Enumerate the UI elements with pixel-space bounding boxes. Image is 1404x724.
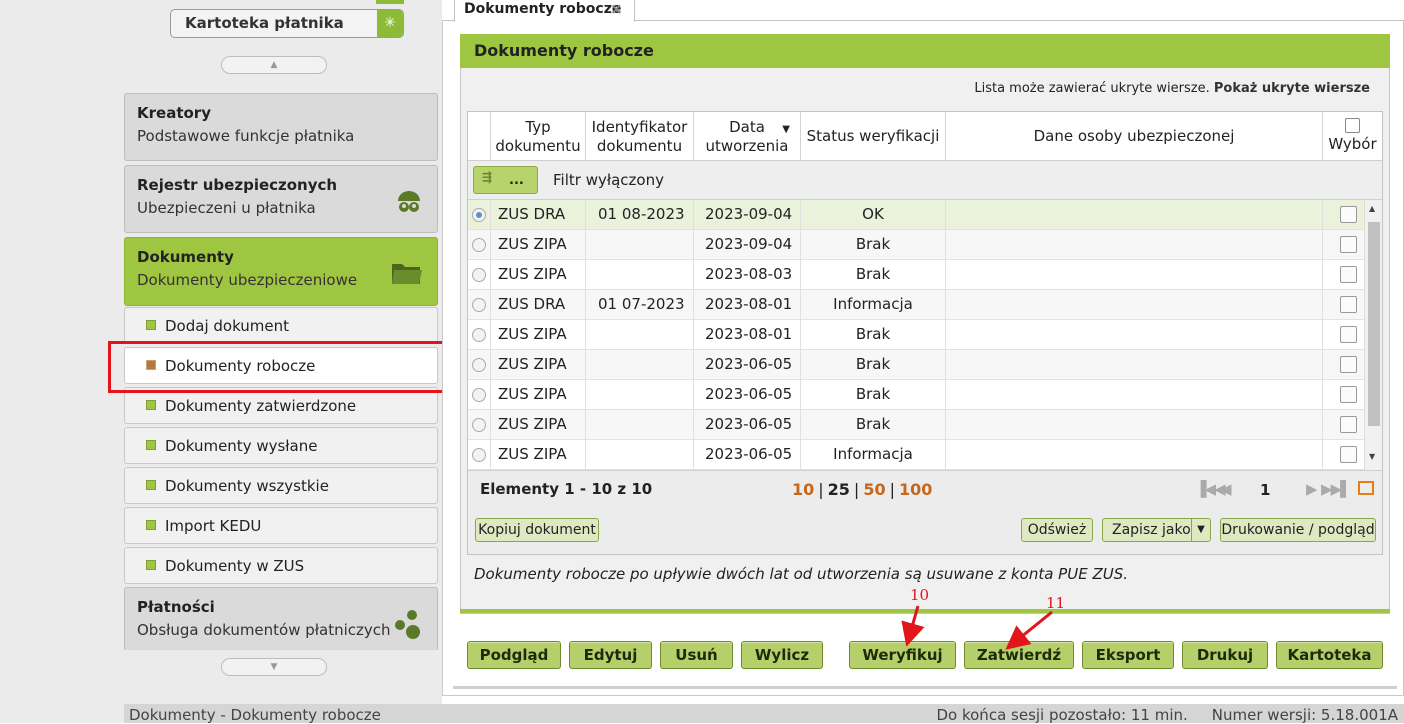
status-location: Dokumenty - Dokumenty robocze	[129, 706, 381, 724]
session-timer: Do końca sesji pozostało: 11 min.	[936, 706, 1188, 724]
status-bar: Dokumenty - Dokumenty robocze Do końca s…	[124, 704, 1404, 724]
annotation-arrows	[901, 605, 1053, 650]
version-number: Numer wersji: 5.18.001A	[1211, 706, 1398, 724]
status-right: Do końca sesji pozostało: 11 min. Numer w…	[936, 706, 1398, 724]
